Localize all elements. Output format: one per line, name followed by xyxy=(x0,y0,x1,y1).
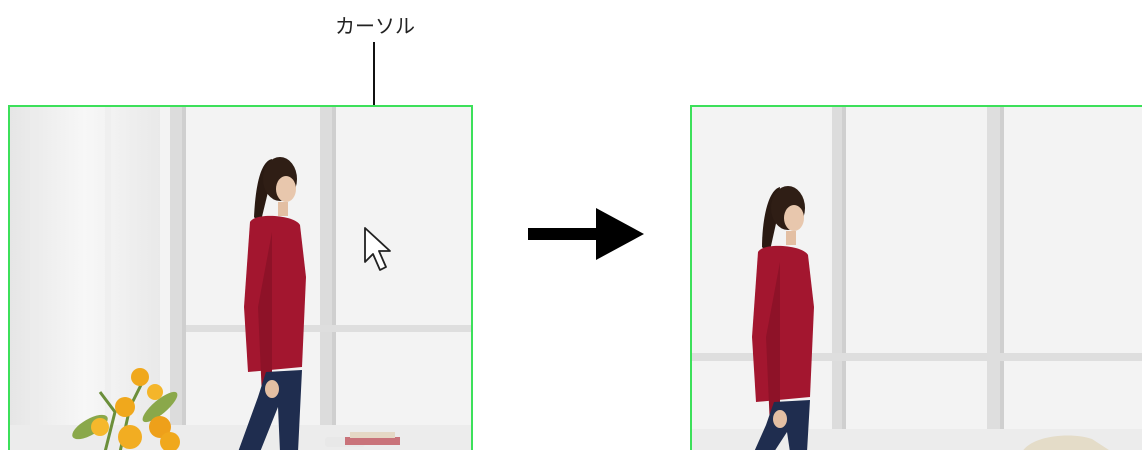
before-view-frame xyxy=(8,105,473,450)
right-arrow-icon xyxy=(528,208,644,260)
mouse-pointer-icon xyxy=(364,227,391,271)
cursor-callout-label: カーソル xyxy=(335,14,415,38)
before-room-scene xyxy=(10,107,471,450)
after-view-frame xyxy=(690,105,1142,450)
after-room-scene xyxy=(692,107,1142,450)
